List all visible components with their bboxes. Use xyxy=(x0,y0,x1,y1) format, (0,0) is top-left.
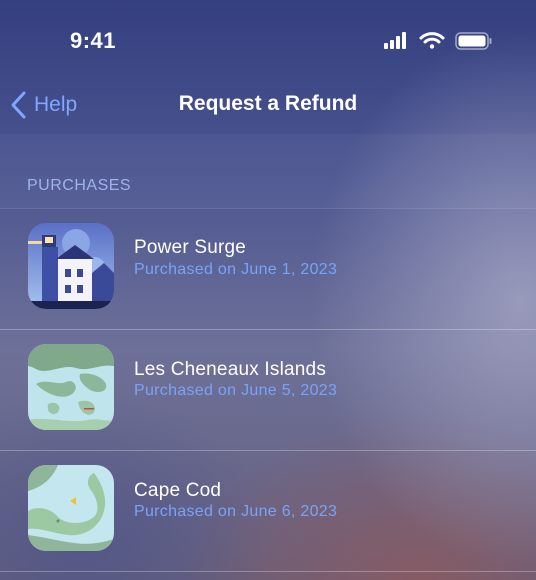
battery-icon xyxy=(455,32,492,50)
section-header-band xyxy=(0,134,536,208)
purchase-list: Power Surge Purchased on June 1, 2023 Le… xyxy=(0,208,536,572)
purchase-date: Purchased on June 6, 2023 xyxy=(134,503,338,520)
purchase-row-les-cheneaux-islands[interactable]: Les Cheneaux Islands Purchased on June 5… xyxy=(0,330,536,451)
signal-icon xyxy=(384,32,406,49)
purchase-row-power-surge[interactable]: Power Surge Purchased on June 1, 2023 xyxy=(0,208,536,330)
purchase-title: Les Cheneaux Islands xyxy=(134,359,327,380)
purchase-row-cape-cod[interactable]: Cape Cod Purchased on June 6, 2023 xyxy=(0,451,536,572)
purchase-title: Cape Cod xyxy=(134,480,222,501)
section-header-purchases: PURCHASES xyxy=(27,177,132,194)
purchase-date: Purchased on June 5, 2023 xyxy=(134,382,338,399)
islands-map-artwork-icon xyxy=(28,344,114,430)
status-icons xyxy=(384,30,494,52)
lighthouse-artwork-icon xyxy=(28,223,114,309)
page-title: Request a Refund xyxy=(178,92,358,115)
wifi-icon xyxy=(419,32,445,49)
status-time: 9:41 xyxy=(70,28,117,53)
purchase-date: Purchased on June 1, 2023 xyxy=(134,261,338,278)
cape-cod-map-artwork-icon xyxy=(28,465,114,551)
purchase-title: Power Surge xyxy=(134,237,247,258)
status-bar: 9:41 xyxy=(0,0,536,80)
